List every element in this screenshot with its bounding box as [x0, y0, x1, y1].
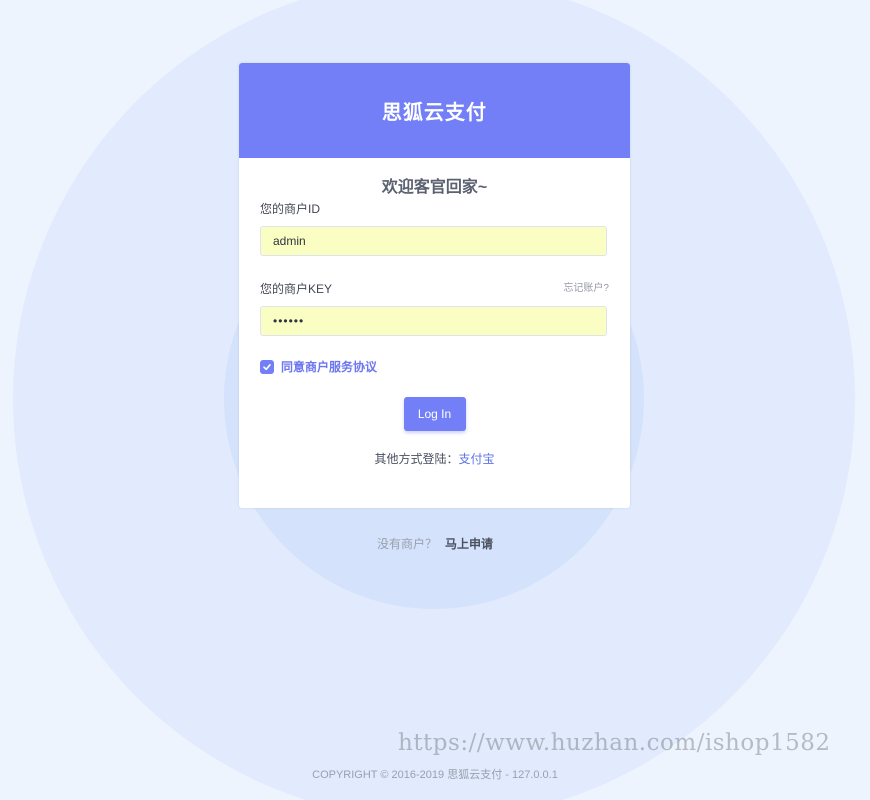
agreement-row: 同意商户服务协议 [260, 358, 609, 375]
merchant-id-label-row: 您的商户ID [260, 201, 609, 217]
merchant-key-value: •••••• [273, 314, 305, 328]
merchant-id-input[interactable]: admin [260, 226, 607, 256]
check-icon [263, 363, 271, 370]
login-card: 思狐云支付 欢迎客官回家~ 您的商户ID admin 您的商户KEY 忘记账户?… [239, 63, 630, 508]
register-prompt: 没有商户？ [376, 537, 437, 551]
merchant-id-label: 您的商户ID [260, 202, 321, 216]
login-button-wrap: Log In [260, 397, 609, 431]
merchant-id-value: admin [273, 234, 306, 248]
other-login-prefix: 其他方式登陆： [374, 452, 459, 466]
other-login-row: 其他方式登陆：支付宝 [260, 450, 609, 467]
merchant-key-input[interactable]: •••••• [260, 306, 607, 336]
register-row: 没有商户？ 马上申请 [0, 535, 870, 552]
merchant-key-label-row: 您的商户KEY 忘记账户? [260, 281, 609, 297]
login-card-header: 思狐云支付 [239, 63, 630, 158]
agreement-checkbox[interactable] [260, 359, 274, 374]
watermark: https://www.huzhan.com/ishop1582 [398, 730, 831, 756]
app-title: 思狐云支付 [382, 102, 487, 124]
merchant-key-label: 您的商户KEY [260, 282, 333, 296]
forgot-account-link[interactable]: 忘记账户? [563, 281, 609, 297]
welcome-heading: 欢迎客官回家~ [381, 179, 488, 196]
copyright-text: COPYRIGHT © 2016-2019 思狐云支付 - 127.0.0.1 [312, 769, 558, 781]
login-button[interactable]: Log In [403, 397, 466, 431]
login-page: 思狐云支付 欢迎客官回家~ 您的商户ID admin 您的商户KEY 忘记账户?… [0, 0, 870, 800]
login-form: 欢迎客官回家~ 您的商户ID admin 您的商户KEY 忘记账户? •••••… [239, 177, 630, 467]
alipay-login-link[interactable]: 支付宝 [459, 452, 495, 466]
agreement-label[interactable]: 同意商户服务协议 [281, 358, 377, 375]
register-link[interactable]: 马上申请 [445, 537, 493, 551]
